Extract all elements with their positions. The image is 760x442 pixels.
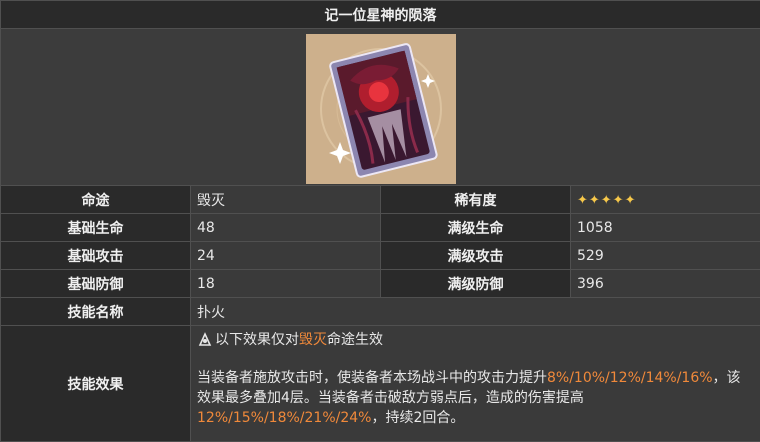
atk-bonus-values: 8%/10%/12%/14%/16% — [547, 370, 713, 386]
max-hp-value: 1058 — [571, 214, 760, 242]
max-atk-value: 529 — [571, 242, 760, 270]
effect-description: 当装备者施放攻击时，使装备者本场战斗中的攻击力提升8%/10%/12%/14%/… — [197, 368, 754, 428]
base-atk-label: 基础攻击 — [1, 242, 191, 270]
path-value: 毁灭 — [191, 186, 381, 214]
max-def-label: 满级防御 — [381, 270, 571, 298]
base-atk-value: 24 — [191, 242, 381, 270]
path-condition-note: 以下效果仅对毁灭命途生效 — [197, 330, 754, 350]
path-highlight: 毁灭 — [299, 332, 327, 348]
skill-name-value: 扑火 — [191, 298, 760, 326]
base-hp-label: 基础生命 — [1, 214, 191, 242]
dmg-bonus-values: 12%/15%/18%/21%/24% — [197, 410, 371, 426]
path-note-icon — [197, 331, 213, 347]
page-title: 记一位星神的陨落 — [1, 1, 760, 29]
skill-effect-label: 技能效果 — [1, 326, 191, 442]
skill-effect-text: 以下效果仅对毁灭命途生效 当装备者施放攻击时，使装备者本场战斗中的攻击力提升8%… — [191, 326, 760, 442]
base-hp-value: 48 — [191, 214, 381, 242]
skill-name-label: 技能名称 — [1, 298, 191, 326]
base-def-label: 基础防御 — [1, 270, 191, 298]
base-def-value: 18 — [191, 270, 381, 298]
rarity-stars: ✦✦✦✦✦ — [577, 193, 636, 208]
light-cone-card-image — [306, 34, 456, 184]
path-label: 命途 — [1, 186, 191, 214]
max-def-value: 396 — [571, 270, 760, 298]
light-cone-info-panel: 记一位星神的陨落 — [0, 0, 760, 430]
max-hp-label: 满级生命 — [381, 214, 571, 242]
rarity-label: 稀有度 — [381, 186, 571, 214]
max-atk-label: 满级攻击 — [381, 242, 571, 270]
info-table: 记一位星神的陨落 — [0, 0, 760, 442]
